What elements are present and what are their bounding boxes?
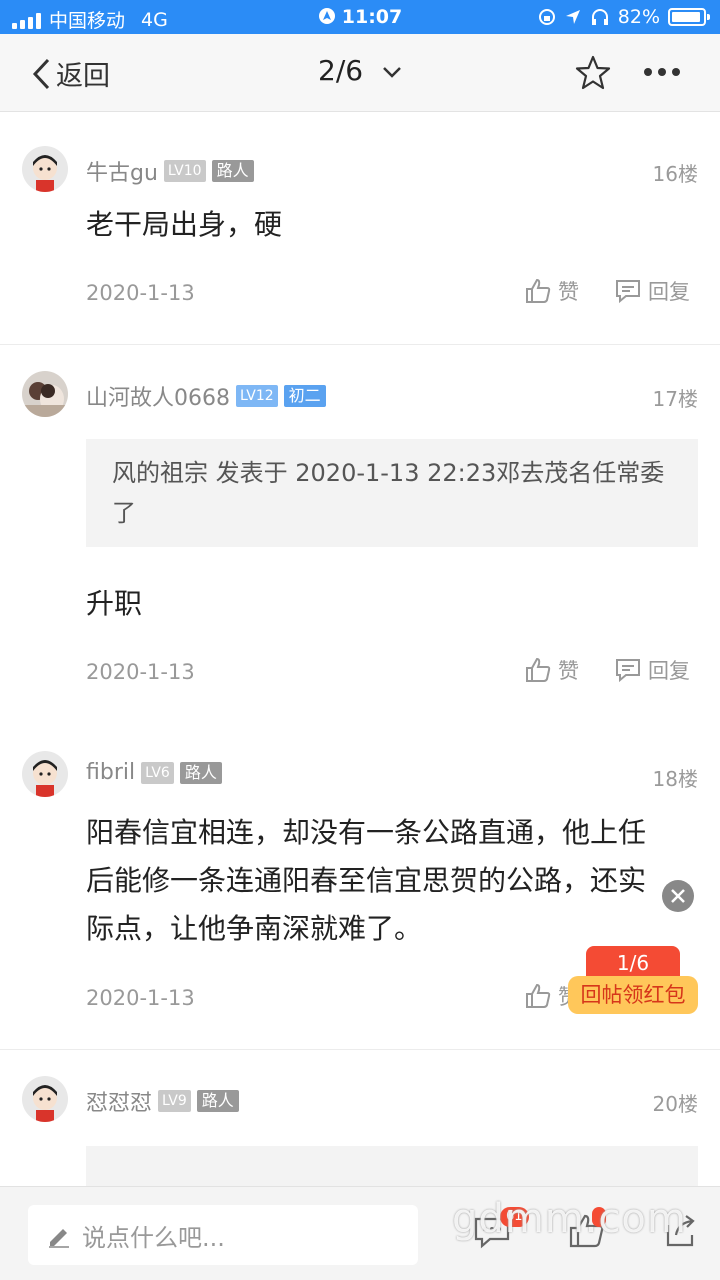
floor-number: 18楼 bbox=[652, 767, 698, 791]
quoted-reply[interactable]: 风的祖宗 发表于 2020-1-13 22:23邓去茂名任常委了 bbox=[86, 439, 698, 547]
page-indicator: 2/6 bbox=[318, 54, 364, 87]
level-badge: LV12 bbox=[236, 385, 278, 407]
battery-percent: 82% bbox=[617, 6, 660, 28]
reply-button[interactable]: 回复 bbox=[614, 276, 690, 306]
username[interactable]: 山河故人0668 bbox=[86, 380, 230, 412]
reply-item: 牛古gu LV10 路人 16楼 老干局出身，硬 2020-1-13 赞 回复 bbox=[0, 120, 720, 344]
username[interactable]: fibril bbox=[86, 760, 135, 785]
like-label: 赞 bbox=[558, 659, 579, 683]
reply-button[interactable]: 回复 bbox=[614, 655, 690, 685]
reply-header: 山河故人0668 LV12 初二 17楼 bbox=[22, 371, 698, 419]
floor-number: 17楼 bbox=[652, 387, 698, 411]
red-packet-label: 回帖领红包 bbox=[568, 976, 698, 1014]
reply-content: 升职 bbox=[86, 587, 143, 620]
page-selector[interactable]: 2/6 bbox=[0, 54, 720, 87]
reply-label: 回复 bbox=[648, 280, 690, 304]
red-packet-promo[interactable]: 1/6 回帖领红包 bbox=[568, 946, 698, 1018]
headphones-icon bbox=[591, 9, 608, 25]
like-button[interactable]: 赞 bbox=[524, 655, 579, 685]
rank-badge: 路人 bbox=[179, 761, 222, 784]
thumbs-up-icon bbox=[526, 983, 551, 1008]
avatar[interactable] bbox=[22, 371, 68, 417]
comment-input[interactable]: 说点什么吧... bbox=[28, 1205, 418, 1265]
rank-badge: 路人 bbox=[211, 160, 254, 182]
floor-number: 20楼 bbox=[652, 1092, 698, 1116]
level-badge: LV6 bbox=[141, 761, 174, 784]
battery-icon bbox=[668, 8, 710, 26]
pencil-icon bbox=[49, 1229, 69, 1248]
floor-number: 16楼 bbox=[652, 162, 698, 186]
user-info: 山河故人0668 LV12 初二 bbox=[86, 380, 326, 412]
reply-item: 怼怼怼 LV9 路人 20楼 bbox=[0, 1050, 720, 1206]
reply-item: 山河故人0668 LV12 初二 17楼 风的祖宗 发表于 2020-1-13 … bbox=[0, 345, 720, 723]
username[interactable]: 牛古gu bbox=[86, 155, 158, 187]
reply-header: 怼怼怼 LV9 路人 20楼 bbox=[22, 1076, 698, 1124]
comment-icon bbox=[616, 280, 640, 304]
reply-content: 阳春信宜相连，却没有一条公路直通，他上任后能修一条连通阳春至信宜思贺的公路，还实… bbox=[86, 816, 647, 945]
nav-arrow-icon bbox=[318, 8, 335, 24]
comment-placeholder: 说点什么吧... bbox=[82, 1223, 225, 1252]
more-options-button[interactable] bbox=[644, 68, 680, 76]
level-badge: LV9 bbox=[158, 1090, 191, 1112]
reply-header: 牛古gu LV10 路人 16楼 bbox=[22, 146, 698, 194]
reply-list: 牛古gu LV10 路人 16楼 老干局出身，硬 2020-1-13 赞 回复 … bbox=[0, 120, 720, 1206]
status-right: 82% bbox=[538, 6, 710, 28]
watermark: gdmm.com bbox=[452, 1196, 687, 1242]
lock-rotation-icon bbox=[538, 9, 555, 25]
level-badge: LV10 bbox=[163, 160, 206, 182]
like-button[interactable]: 赞 bbox=[524, 276, 579, 306]
favorite-star-icon[interactable] bbox=[574, 54, 612, 92]
avatar[interactable] bbox=[22, 1076, 68, 1122]
user-info: 怼怼怼 LV9 路人 bbox=[86, 1085, 239, 1117]
avatar[interactable] bbox=[22, 146, 68, 192]
thumbs-up-icon bbox=[526, 278, 551, 303]
like-label: 赞 bbox=[558, 280, 579, 304]
status-time: 11:07 bbox=[341, 6, 403, 28]
reply-date: 2020-1-13 bbox=[86, 281, 195, 305]
reply-date: 2020-1-13 bbox=[86, 660, 195, 684]
reply-label: 回复 bbox=[648, 659, 690, 683]
nav-bar: 返回 2/6 bbox=[0, 34, 720, 112]
close-float-button[interactable] bbox=[662, 880, 694, 912]
status-bar: 中国移动 4G 11:07 82% bbox=[0, 0, 720, 34]
reply-header: fibril LV6 路人 18楼 bbox=[22, 751, 698, 799]
rank-badge: 路人 bbox=[196, 1090, 239, 1112]
thumbs-up-icon bbox=[526, 657, 551, 682]
reply-content: 老干局出身，硬 bbox=[86, 208, 283, 241]
avatar[interactable] bbox=[22, 751, 68, 797]
reply-footer: 2020-1-13 赞 回复 bbox=[86, 248, 698, 344]
user-info: 牛古gu LV10 路人 bbox=[86, 155, 254, 187]
username[interactable]: 怼怼怼 bbox=[86, 1085, 152, 1117]
rank-badge: 初二 bbox=[283, 385, 326, 407]
reply-date: 2020-1-13 bbox=[86, 986, 195, 1010]
user-info: fibril LV6 路人 bbox=[86, 760, 222, 785]
comment-icon bbox=[616, 659, 640, 683]
reply-footer: 2020-1-13 赞 回复 bbox=[86, 627, 698, 723]
location-icon bbox=[565, 10, 580, 24]
chevron-down-icon bbox=[383, 67, 401, 78]
close-icon bbox=[671, 889, 685, 903]
